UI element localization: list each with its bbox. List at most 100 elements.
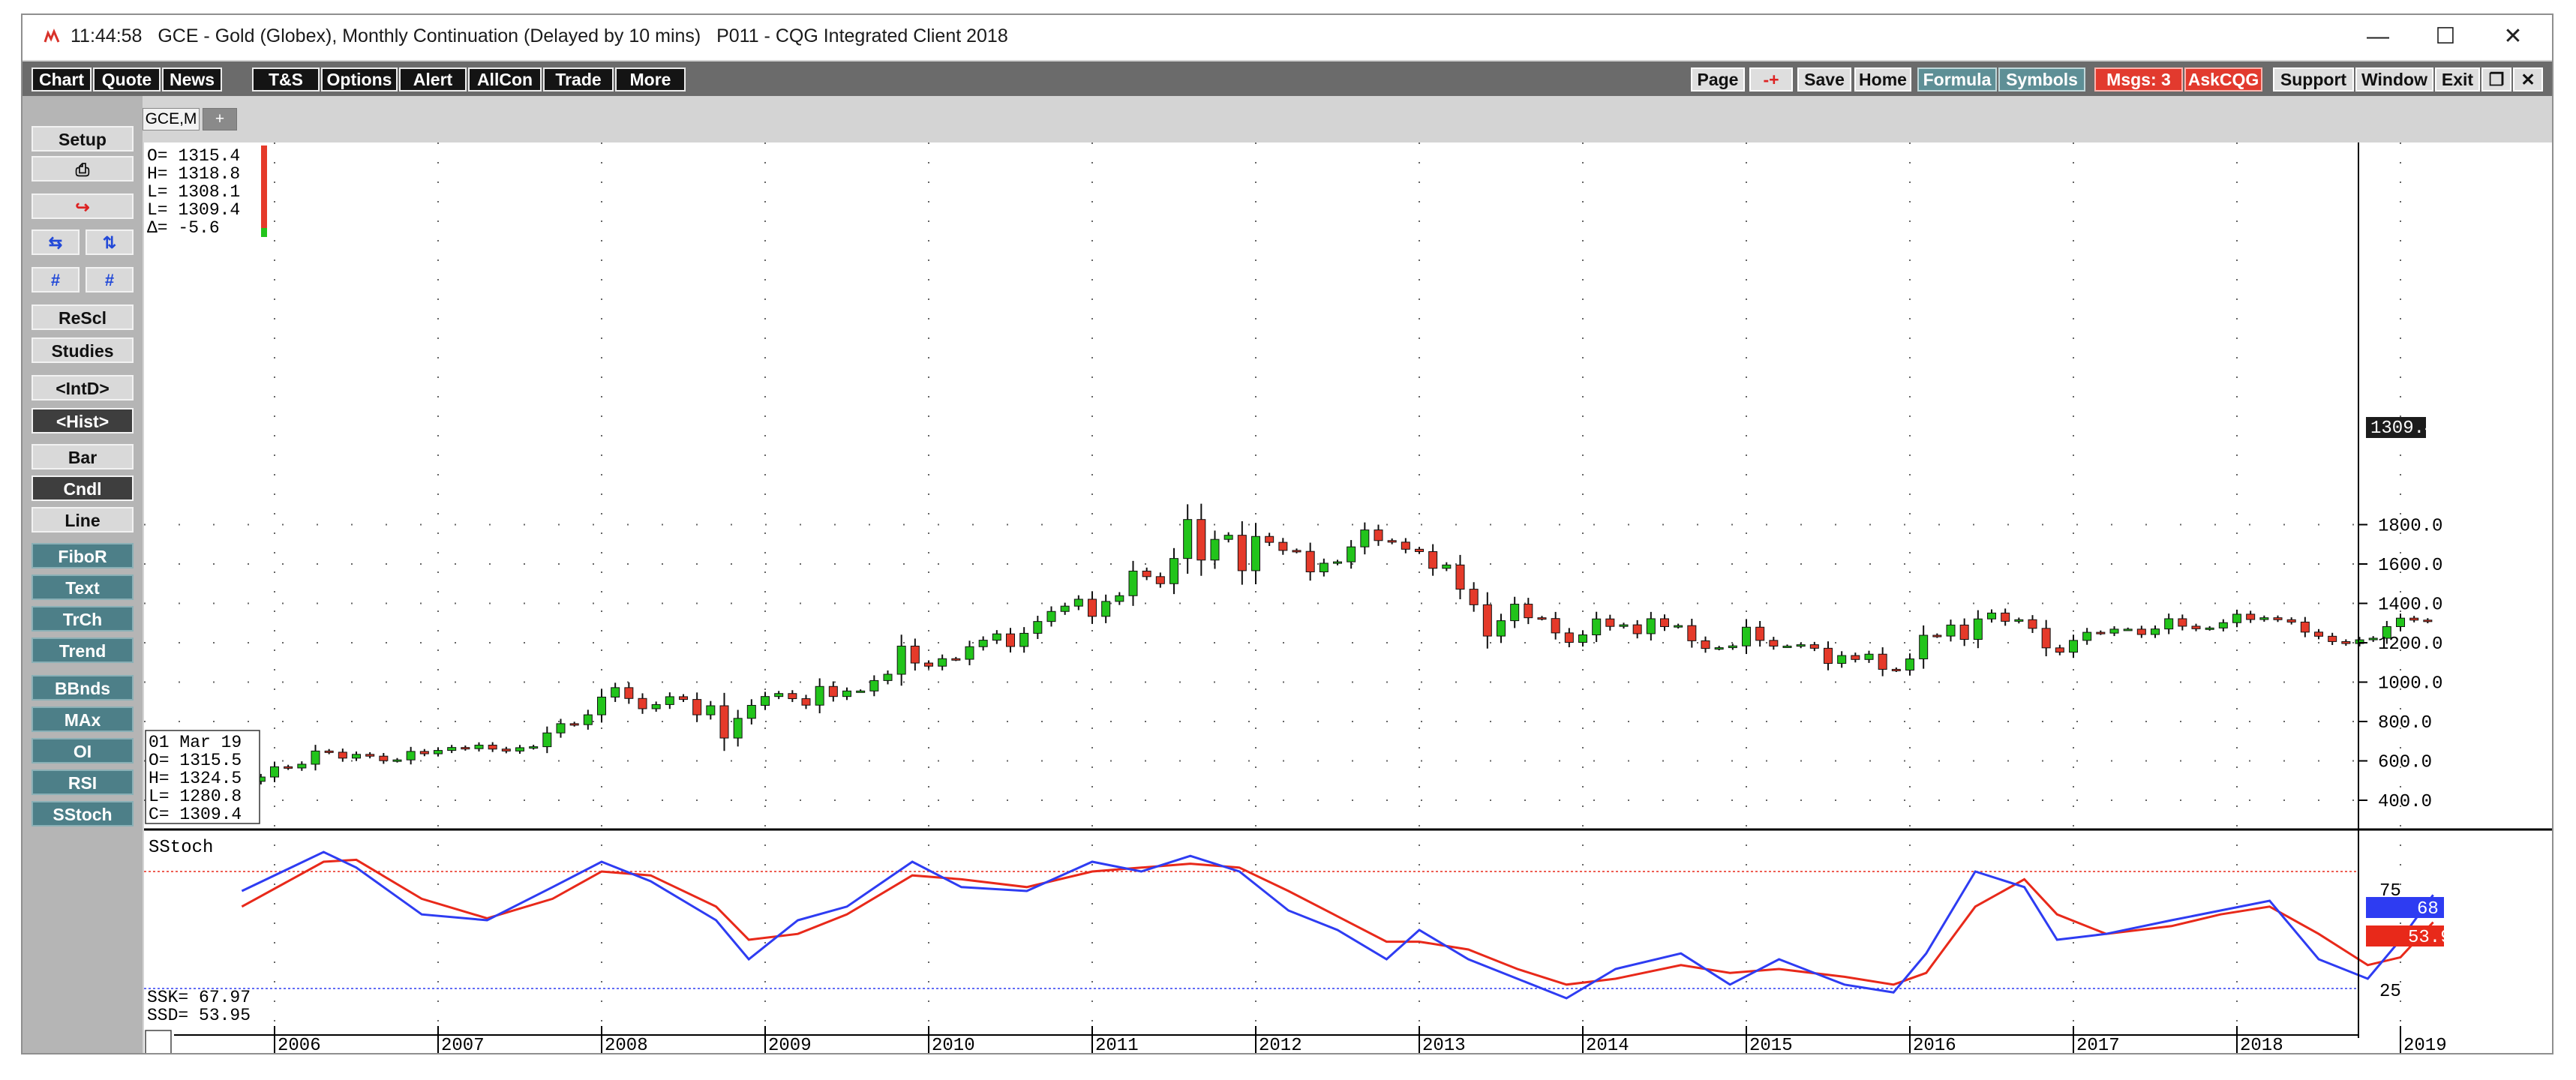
link-red-icon[interactable]: ↪ xyxy=(32,194,134,219)
year-label: 2014 xyxy=(1586,1036,1629,1054)
menu-window[interactable]: Window xyxy=(2355,68,2433,92)
year-label: 2007 xyxy=(441,1036,485,1054)
candle-body xyxy=(910,645,920,664)
candle-body xyxy=(1578,634,1587,643)
candle-body xyxy=(529,746,539,749)
tab-gce-m[interactable]: GCE,M xyxy=(143,108,200,130)
menu-zoom[interactable]: -+ xyxy=(1749,68,1793,92)
hash-left-icon[interactable]: # xyxy=(32,267,80,292)
rescale-button[interactable]: ReScl xyxy=(32,304,134,330)
price-tick-label: 1200.0 xyxy=(2378,634,2442,655)
candle-body xyxy=(1387,540,1397,543)
menu-ts[interactable]: T&S xyxy=(252,68,320,92)
candle-body xyxy=(2368,638,2378,640)
menu-allcon[interactable]: AllCon xyxy=(468,68,542,92)
trend-channel-button[interactable]: TrCh xyxy=(32,606,134,632)
candle-body xyxy=(1510,604,1520,622)
candle-body xyxy=(2151,628,2160,635)
historical-button[interactable]: <Hist> xyxy=(32,408,134,434)
menu-symbols[interactable]: Symbols xyxy=(1998,68,2085,92)
rsi-button[interactable]: RSI xyxy=(32,770,134,795)
open-interest-button[interactable]: OI xyxy=(32,738,134,764)
menu-trade[interactable]: Trade xyxy=(543,68,614,92)
menu-askcqg[interactable]: AskCQG xyxy=(2184,68,2262,92)
candle-body xyxy=(2014,619,2024,622)
candle-chart-button[interactable]: Cndl xyxy=(32,476,134,501)
menu-close[interactable]: ✕ xyxy=(2513,68,2543,92)
ssk-badge: 68 xyxy=(2417,899,2439,920)
print-icon[interactable]: ⎙ xyxy=(32,156,134,182)
ssk-value: SSK= 67.97 xyxy=(147,988,251,1007)
candle-body xyxy=(1959,624,1969,640)
moving-average-button[interactable]: MAx xyxy=(32,706,134,732)
menu-msgs[interactable]: Msgs: 3 xyxy=(2094,68,2183,92)
candle-body xyxy=(392,759,402,762)
readout-open-bottom: O= 1315.5 xyxy=(149,751,242,770)
candle-body xyxy=(1333,561,1342,564)
candle-body xyxy=(2246,614,2256,620)
readout-open: O= 1315.4 xyxy=(147,146,240,166)
swap-right-icon[interactable]: ⇅ xyxy=(86,230,134,255)
chart-toolbar: Setup ⎙ ↪ ⇆ ⇅ # # ReScl Studies <IntD> <… xyxy=(23,96,143,1053)
menu-quote[interactable]: Quote xyxy=(93,68,161,92)
menu-more[interactable]: More xyxy=(615,68,686,92)
menu-restore[interactable]: ❐ xyxy=(2481,68,2511,92)
candle-body xyxy=(679,696,688,700)
price-tick-label: 1400.0 xyxy=(2378,596,2442,616)
candle-body xyxy=(883,674,893,681)
candle-body xyxy=(1905,658,1914,670)
menu-support[interactable]: Support xyxy=(2273,68,2354,92)
candle-body xyxy=(788,693,797,700)
menu-save[interactable]: Save xyxy=(1797,68,1851,92)
candle-body xyxy=(379,755,389,761)
candle-body xyxy=(2314,632,2323,637)
menu-options[interactable]: Options xyxy=(321,68,398,92)
price-tick-label: 1800.0 xyxy=(2378,517,2442,537)
maximize-button[interactable]: ☐ xyxy=(2415,21,2475,52)
candle-body xyxy=(1033,621,1043,634)
candle-body xyxy=(1619,624,1629,627)
candle-body xyxy=(461,747,470,750)
hash-right-icon[interactable]: # xyxy=(86,267,134,292)
candle-body xyxy=(1237,535,1247,572)
line-chart-button[interactable]: Line xyxy=(32,507,134,532)
candle-body xyxy=(2096,632,2106,634)
setup-button[interactable]: Setup xyxy=(32,126,134,152)
candle-body xyxy=(2001,612,2010,622)
bar-chart-button[interactable]: Bar xyxy=(32,444,134,470)
intraday-button[interactable]: <IntD> xyxy=(32,375,134,400)
close-window-button[interactable]: ✕ xyxy=(2483,21,2543,52)
candle-body xyxy=(651,704,661,710)
candle-body xyxy=(2259,617,2269,620)
candle-body xyxy=(1714,647,1724,650)
candle-body xyxy=(951,658,961,661)
candle-body xyxy=(2341,640,2351,644)
menu-alert[interactable]: Alert xyxy=(399,68,467,92)
fibo-tool-button[interactable]: FiboR xyxy=(32,543,134,568)
candle-body xyxy=(1878,653,1887,670)
candle-body xyxy=(542,732,552,748)
studies-button[interactable]: Studies xyxy=(32,338,134,363)
price-tick-label: 1000.0 xyxy=(2378,674,2442,694)
trend-line-button[interactable]: Trend xyxy=(32,638,134,663)
menu-page[interactable]: Page xyxy=(1691,68,1745,92)
text-tool-button[interactable]: Text xyxy=(32,574,134,600)
menu-formula[interactable]: Formula xyxy=(1917,68,1997,92)
scroll-corner[interactable] xyxy=(145,1030,172,1054)
minimize-button[interactable]: — xyxy=(2348,21,2408,52)
menu-news[interactable]: News xyxy=(162,68,222,92)
menu-home[interactable]: Home xyxy=(1854,68,1911,92)
slow-stochastic-button[interactable]: SStoch xyxy=(32,801,134,826)
readout-low-bottom: L= 1280.8 xyxy=(149,787,242,806)
candle-body xyxy=(2164,618,2174,630)
menu-bar: Chart Quote News T&S Options Alert AllCo… xyxy=(23,62,2552,96)
candle-body xyxy=(992,633,1001,641)
add-tab-button[interactable]: + xyxy=(203,108,237,130)
candle-body xyxy=(1183,519,1193,560)
price-chart[interactable]: 400.0 600.0 800.0 1000.0 1200.0 1400.0 1600.0 1… xyxy=(144,142,2553,1054)
swap-left-icon[interactable]: ⇆ xyxy=(32,230,80,255)
year-label: 2016 xyxy=(1913,1036,1956,1054)
menu-exit[interactable]: Exit xyxy=(2435,68,2480,92)
menu-chart[interactable]: Chart xyxy=(32,68,92,92)
bollinger-button[interactable]: BBnds xyxy=(32,675,134,700)
